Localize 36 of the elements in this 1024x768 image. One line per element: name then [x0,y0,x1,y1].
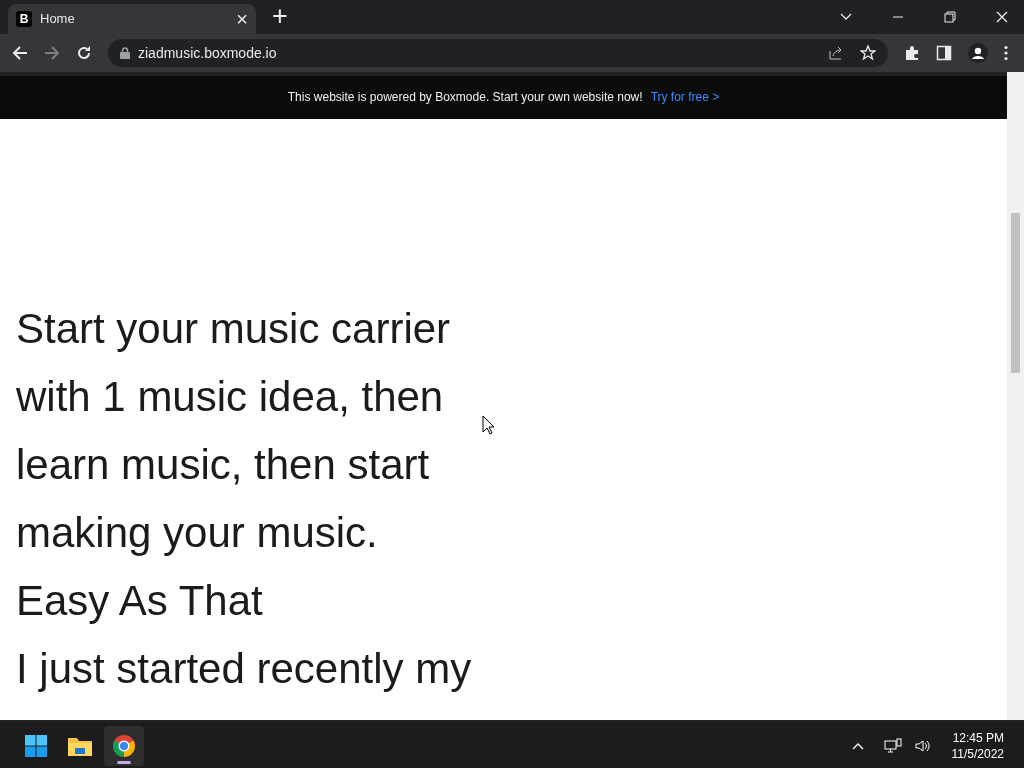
menu-icon[interactable] [1004,45,1008,61]
reload-icon[interactable] [76,45,92,61]
profile-icon[interactable] [968,43,988,63]
mouse-cursor-icon [482,414,495,435]
close-window-icon[interactable] [996,11,1008,23]
puzzle-icon[interactable] [904,45,920,61]
browser-icon [112,734,136,758]
share-icon[interactable] [828,45,844,61]
lock-icon[interactable] [120,47,130,59]
start-icon [24,734,48,758]
close-tab-button[interactable]: × [236,9,248,29]
banner-text: This website is powered by Boxmode. Start your own website now! [287,89,643,107]
side-panel-icon[interactable] [936,45,952,61]
site-favicon: B [16,11,32,27]
body-paragraph: I just started recently my [16,643,473,694]
taskbar-button[interactable] [104,726,144,766]
try-free-link[interactable]: Try for free > [650,88,720,107]
forward-icon[interactable] [44,45,60,61]
url-text: ziadmusic.boxmode.io [138,43,278,63]
volume-icon[interactable] [913,738,932,754]
tab-search-icon[interactable] [840,13,852,21]
clock-date[interactable]: 11/5/2022 [951,746,1004,762]
clock-time[interactable]: 12:45 PM [951,730,1004,746]
browser-tab[interactable]: B Home × [8,4,256,34]
folder-icon [67,735,93,757]
new-tab-button[interactable]: + [272,3,288,30]
network-icon[interactable] [883,738,902,754]
tab-title: Home [40,10,76,29]
chevron-up-icon[interactable] [851,742,864,750]
restore-icon[interactable] [944,11,956,23]
star-icon[interactable] [860,45,876,61]
back-icon[interactable] [12,45,28,61]
body-paragraph: Start your music carrier with 1 music idea, then learn music, then start making your music. Easy As That [16,303,452,626]
address-bar[interactable]: ziadmusic.boxmode.io [108,39,888,67]
scrollbar-thumb[interactable] [1011,213,1020,373]
scrollbar[interactable] [1007,72,1024,720]
